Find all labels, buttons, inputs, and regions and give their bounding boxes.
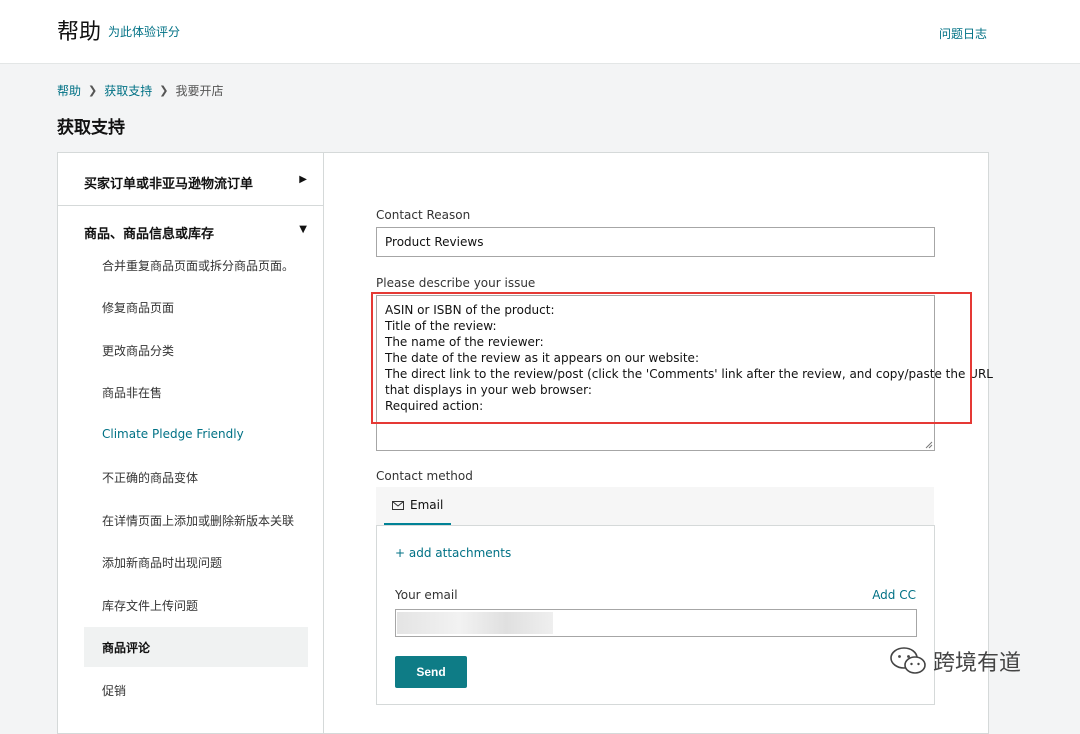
sidebar-item-change-category[interactable]: 更改商品分类	[84, 330, 308, 370]
chevron-right-icon: ❯	[88, 84, 98, 97]
sidebar-item-label: 库存文件上传问题	[102, 599, 199, 613]
issue-log-link[interactable]: 问题日志	[939, 25, 987, 42]
category-label: 买家订单或非亚马逊物流订单	[84, 177, 254, 192]
description-line: ASIN or ISBN of the product:	[385, 303, 555, 317]
sidebar-item-label: 在详情页面上添加或删除新版本关联	[102, 514, 295, 528]
email-form-box: + add attachments Your email Add CC Send	[376, 525, 935, 705]
sidebar-item-label: 商品评论	[102, 641, 151, 655]
describe-issue-label: Please describe your issue	[376, 276, 536, 290]
support-panel: 买家订单或非亚马逊物流订单 ▶ 商品、商品信息或库存 ▼ 合并重复商品页面或拆分…	[57, 152, 993, 734]
contact-method-tabs: Email	[376, 487, 934, 525]
issue-description-textarea[interactable]: ASIN or ISBN of the product: Title of th…	[376, 295, 993, 451]
contact-reason-label: Contact Reason	[376, 208, 471, 222]
watermark: 跨境有道	[889, 645, 1021, 677]
your-email-label: Your email	[395, 588, 458, 602]
category-sidebar: 买家订单或非亚马逊物流订单 ▶ 商品、商品信息或库存 ▼ 合并重复商品页面或拆分…	[58, 153, 324, 733]
sidebar-item-label: 不正确的商品变体	[102, 471, 199, 485]
sidebar-item-variations[interactable]: 不正确的商品变体	[84, 457, 308, 497]
envelope-icon	[392, 500, 404, 510]
description-line: Title of the review:	[385, 319, 497, 333]
breadcrumb-help[interactable]: 帮助	[57, 82, 81, 99]
sidebar-item-promotions[interactable]: 促销	[84, 670, 308, 710]
description-line: The date of the review as it appears on …	[385, 351, 699, 365]
sidebar-item-label: 修复商品页面	[102, 301, 175, 315]
resize-handle-icon[interactable]	[925, 441, 933, 449]
top-bar: 帮助 为此体验评分 问题日志	[0, 0, 1080, 64]
sidebar-item-label: 商品非在售	[102, 386, 163, 400]
rate-experience-link[interactable]: 为此体验评分	[108, 23, 180, 40]
sidebar-item-not-for-sale[interactable]: 商品非在售	[84, 372, 308, 412]
send-button[interactable]: Send	[395, 656, 467, 688]
category-label: 商品、商品信息或库存	[84, 227, 215, 242]
description-line: that displays in your web browser:	[385, 383, 592, 397]
sidebar-item-label: 促销	[102, 684, 127, 698]
sidebar-item-label: 更改商品分类	[102, 344, 175, 358]
contact-reason-field[interactable]: Product Reviews	[376, 227, 935, 257]
description-line: Required action:	[385, 399, 484, 413]
category-buyer-orders[interactable]: 买家订单或非亚马逊物流订单 ▶	[58, 155, 323, 206]
sidebar-item-merge-pages[interactable]: 合并重复商品页面或拆分商品页面。	[84, 245, 308, 285]
sidebar-item-label: 合并重复商品页面或拆分商品页面。	[102, 259, 295, 273]
add-cc-link[interactable]: Add CC	[872, 588, 916, 602]
help-title: 帮助	[57, 20, 102, 45]
add-attachments-link[interactable]: + add attachments	[395, 546, 511, 560]
redacted-email	[397, 612, 553, 634]
sidebar-item-label: 添加新商品时出现问题	[102, 556, 223, 570]
sidebar-item-label: Climate Pledge Friendly	[102, 427, 244, 441]
sidebar-item-climate-pledge[interactable]: Climate Pledge Friendly	[84, 415, 308, 455]
breadcrumb-current: 我要开店	[175, 84, 224, 98]
wechat-icon	[890, 647, 926, 674]
sidebar-item-edition-link[interactable]: 在详情页面上添加或删除新版本关联	[84, 500, 308, 540]
caret-right-icon: ▶	[299, 174, 307, 185]
breadcrumb: 帮助 ❯ 获取支持 ❯ 我要开店	[57, 82, 223, 99]
sidebar-item-add-product-issue[interactable]: 添加新商品时出现问题	[84, 542, 308, 582]
description-line: The name of the reviewer:	[385, 335, 544, 349]
sidebar-item-fix-page[interactable]: 修复商品页面	[84, 287, 308, 327]
chevron-right-icon: ❯	[159, 84, 169, 97]
description-line: The direct link to the review/post (clic…	[385, 367, 993, 381]
page-title: 获取支持	[57, 118, 125, 138]
caret-down-icon: ▼	[299, 224, 307, 235]
sidebar-item-inventory-upload[interactable]: 库存文件上传问题	[84, 585, 308, 625]
tab-email[interactable]: Email	[384, 487, 452, 525]
breadcrumb-get-support[interactable]: 获取支持	[104, 82, 152, 99]
tab-email-label: Email	[410, 498, 444, 512]
watermark-text: 跨境有道	[933, 651, 1022, 676]
contact-method-label: Contact method	[376, 469, 473, 483]
email-field[interactable]	[395, 609, 917, 637]
sidebar-item-product-reviews[interactable]: 商品评论	[84, 627, 308, 667]
